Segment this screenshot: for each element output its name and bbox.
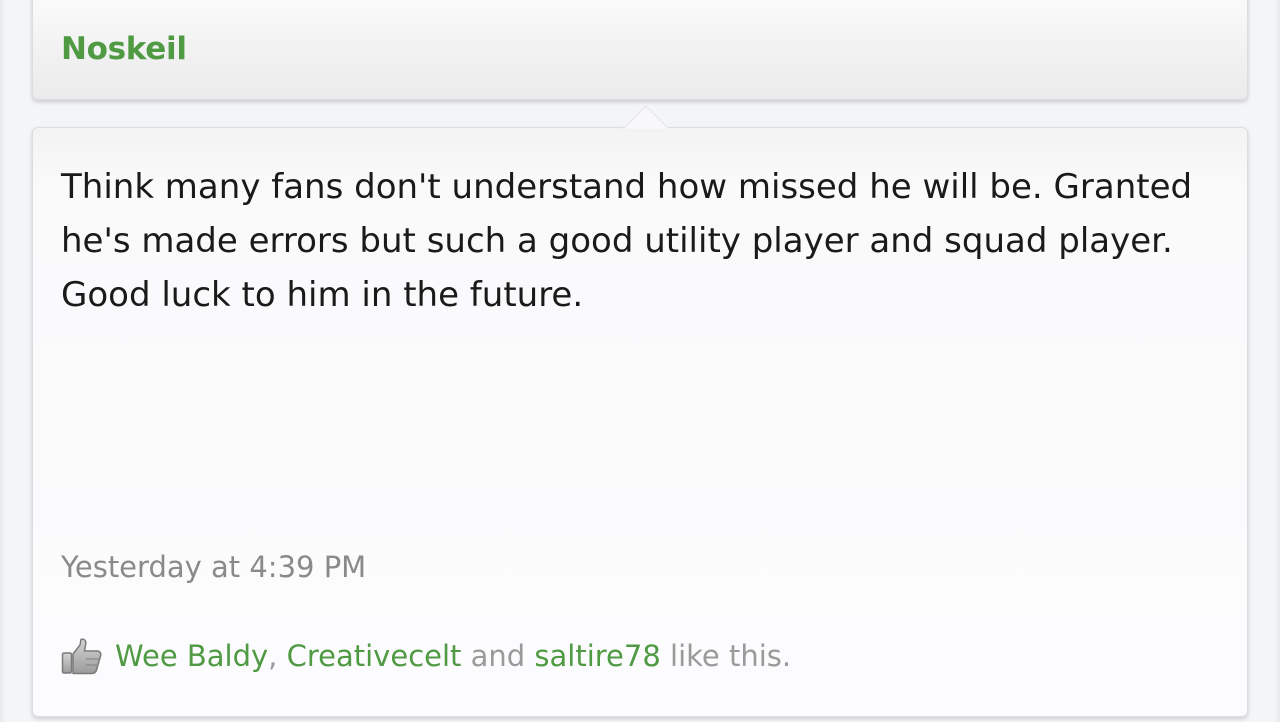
forum-post: Noskeil Think many fans don't understand… (0, 0, 1280, 722)
author-username-link[interactable]: Noskeil (61, 31, 187, 67)
likes-summary: Wee Baldy , Creativecelt and saltire78 l… (61, 636, 791, 676)
likes-separator: and (461, 639, 535, 673)
liker-link[interactable]: Creativecelt (287, 639, 462, 673)
message-body: Think many fans don't understand how mis… (61, 167, 1193, 315)
post-timestamp-link[interactable]: Yesterday at 4:39 PM (61, 550, 366, 584)
thumbs-up-icon (61, 637, 103, 675)
speech-pointer (624, 107, 668, 129)
liker-link[interactable]: saltire78 (534, 639, 660, 673)
likes-suffix: like this. (660, 639, 792, 673)
liker-link[interactable]: Wee Baldy (115, 639, 268, 673)
user-info-card: Noskeil (32, 0, 1248, 100)
message-card: Think many fans don't understand how mis… (32, 127, 1248, 717)
likes-separator: , (268, 639, 287, 673)
